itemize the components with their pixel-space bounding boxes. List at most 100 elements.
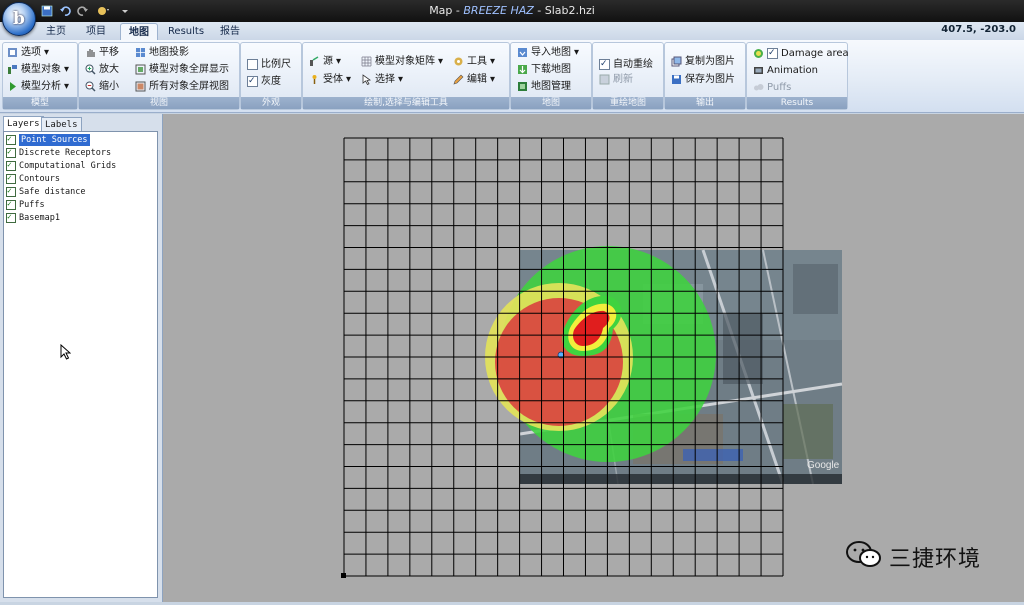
- tab-project[interactable]: 项目: [80, 23, 112, 40]
- tab-layers[interactable]: Layers: [3, 116, 44, 132]
- grayscale-check-box[interactable]: [247, 74, 258, 89]
- ribbon: 选项 ▾ 模型对象 ▾ 模型分析 ▾ 模型 平移 放大 缩小 地图投影 模型对象…: [0, 40, 1024, 113]
- select-label: 选择: [375, 74, 395, 85]
- scale-check-box[interactable]: [247, 59, 258, 70]
- model-analysis-button[interactable]: 模型分析 ▾: [7, 79, 69, 94]
- puffs-icon: [753, 82, 764, 93]
- download-map-icon: [517, 64, 528, 75]
- layer-checkbox[interactable]: [6, 133, 16, 145]
- save-icon[interactable]: [40, 4, 54, 18]
- tab-report[interactable]: 报告: [214, 23, 246, 40]
- tab-labels[interactable]: Labels: [41, 117, 82, 132]
- group-map-label: 地图: [511, 97, 591, 109]
- zoom-out-icon: [85, 81, 96, 92]
- app-logo-icon: b: [13, 9, 25, 29]
- zoom-in-button[interactable]: 放大: [85, 62, 119, 77]
- auto-redraw-checkbox[interactable]: 自动重绘: [599, 57, 653, 72]
- save-image-button[interactable]: 保存为图片: [671, 72, 735, 87]
- receptor-icon: [309, 74, 320, 85]
- options-label: 选项: [21, 47, 41, 58]
- animation-button[interactable]: Animation: [753, 63, 818, 78]
- layer-checkbox[interactable]: [6, 211, 16, 223]
- film-icon: [753, 65, 764, 76]
- fit-all-objects-label: 所有对象全屏视图: [149, 81, 229, 92]
- refresh-icon: [599, 74, 610, 85]
- watermark: 三捷环境: [845, 540, 981, 573]
- download-map-button[interactable]: 下载地图: [517, 62, 571, 77]
- options-button[interactable]: 选项 ▾: [7, 45, 49, 60]
- import-map-label: 导入地图: [531, 47, 571, 58]
- layer-item-point-sources[interactable]: Point Sources: [6, 133, 90, 146]
- group-results: Damage area Animation Puffs Results: [746, 42, 849, 110]
- layer-label: Safe distance: [19, 187, 86, 197]
- copy-image-icon: [671, 56, 682, 67]
- receptor-button[interactable]: 受体 ▾: [309, 72, 351, 87]
- pointer-icon: [361, 74, 372, 85]
- puffs-button[interactable]: Puffs: [753, 80, 791, 95]
- window-title-file: - Slab2.hzi: [533, 4, 595, 17]
- scale-checkbox[interactable]: 比例尺: [247, 57, 291, 72]
- dropdown-arrow-icon: ▾: [44, 47, 50, 58]
- save-image-icon: [671, 74, 682, 85]
- fit-all-objects-button[interactable]: 所有对象全屏视图: [135, 79, 229, 94]
- dropdown-arrow-icon: ▾: [398, 74, 404, 85]
- tools-icon: [453, 56, 464, 67]
- layer-checkbox[interactable]: [6, 159, 16, 171]
- tools-icon[interactable]: [96, 4, 110, 18]
- layer-checkbox[interactable]: [6, 198, 16, 210]
- pan-button[interactable]: 平移: [85, 45, 119, 60]
- select-button[interactable]: 选择 ▾: [361, 72, 403, 87]
- zoom-out-button[interactable]: 缩小: [85, 79, 119, 94]
- qat-customize-icon[interactable]: [118, 4, 132, 18]
- group-map: 导入地图 ▾ 下载地图 地图管理 地图: [510, 42, 592, 110]
- edit-button[interactable]: 编辑 ▾: [453, 72, 495, 87]
- group-view: 平移 放大 缩小 地图投影 模型对象全屏显示 所有对象全屏视图 视图: [78, 42, 240, 110]
- copy-image-label: 复制为图片: [685, 56, 735, 67]
- map-projection-button[interactable]: 地图投影: [135, 45, 189, 60]
- map-manager-button[interactable]: 地图管理: [517, 79, 571, 94]
- group-redraw-label: 重绘地图: [593, 97, 663, 109]
- dropdown-arrow-icon: ▾: [64, 64, 70, 75]
- layer-label: Discrete Receptors: [19, 148, 112, 158]
- redo-icon[interactable]: [76, 4, 90, 18]
- layer-item-computational-grids[interactable]: Computational Grids: [6, 159, 116, 172]
- layer-checkbox[interactable]: [6, 185, 16, 197]
- zoom-in-icon: [85, 64, 96, 75]
- damage-area-toggle[interactable]: Damage area: [753, 46, 849, 61]
- map-canvas[interactable]: Google: [163, 114, 1024, 602]
- layer-checkbox[interactable]: [6, 146, 16, 158]
- group-model: 选项 ▾ 模型对象 ▾ 模型分析 ▾ 模型: [2, 42, 78, 110]
- grayscale-checkbox[interactable]: 灰度: [247, 74, 281, 89]
- tools-button[interactable]: 工具 ▾: [453, 54, 495, 69]
- layer-item-discrete-receptors[interactable]: Discrete Receptors: [6, 146, 112, 159]
- object-matrix-button[interactable]: 模型对象矩阵 ▾: [361, 54, 443, 69]
- layer-item-contours[interactable]: Contours: [6, 172, 60, 185]
- tab-map[interactable]: 地图: [120, 23, 158, 41]
- copy-image-button[interactable]: 复制为图片: [671, 54, 735, 69]
- auto-redraw-check-box[interactable]: [599, 57, 610, 72]
- layer-item-basemap[interactable]: Basemap1: [6, 211, 60, 224]
- refresh-button[interactable]: 刷新: [599, 72, 633, 87]
- fit-model-objects-button[interactable]: 模型对象全屏显示: [135, 62, 229, 77]
- save-image-label: 保存为图片: [685, 74, 735, 85]
- projection-icon: [135, 47, 146, 58]
- layer-item-safe-distance[interactable]: Safe distance: [6, 185, 86, 198]
- layer-checkbox[interactable]: [6, 172, 16, 184]
- model-objects-button[interactable]: 模型对象 ▾: [7, 62, 69, 77]
- layer-item-puffs[interactable]: Puffs: [6, 198, 45, 211]
- tab-home[interactable]: 主页: [40, 23, 72, 40]
- group-output: 复制为图片 保存为图片 输出: [664, 42, 746, 110]
- source-button[interactable]: 源 ▾: [309, 54, 341, 69]
- watermark-text: 三捷环境: [889, 546, 982, 572]
- undo-icon[interactable]: [58, 4, 72, 18]
- source-label: 源: [323, 56, 333, 67]
- group-appearance: 比例尺 灰度 外观: [240, 42, 302, 110]
- dropdown-arrow-icon: ▾: [346, 74, 352, 85]
- window-title-main: Map -: [429, 4, 464, 17]
- import-map-button[interactable]: 导入地图 ▾: [517, 45, 579, 60]
- edit-label: 编辑: [467, 74, 487, 85]
- damage-area-check-box[interactable]: [767, 46, 778, 61]
- application-button[interactable]: b: [2, 2, 36, 36]
- group-output-label: 输出: [665, 97, 745, 109]
- tab-results[interactable]: Results: [164, 23, 208, 40]
